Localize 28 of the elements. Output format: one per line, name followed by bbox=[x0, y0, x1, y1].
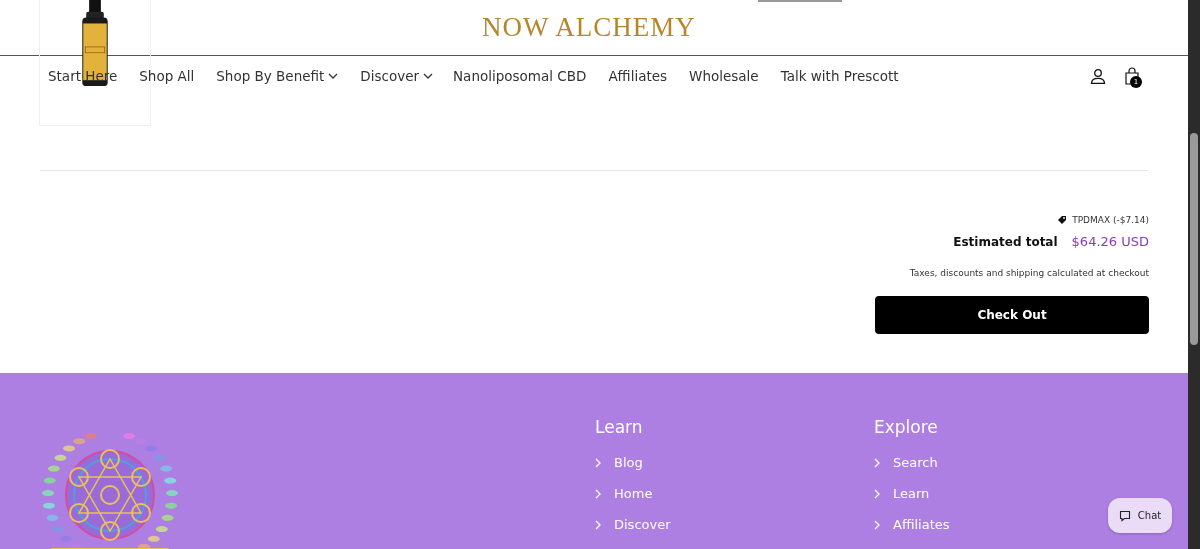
chevron-down-icon bbox=[328, 73, 339, 79]
chat-bubble-icon bbox=[1118, 509, 1131, 522]
chevron-right-icon bbox=[874, 519, 880, 530]
nav-link[interactable]: Talk with Prescott bbox=[780, 68, 899, 84]
chat-button[interactable]: Chat bbox=[1108, 498, 1172, 533]
nav-link[interactable]: Shop All bbox=[139, 68, 195, 84]
shopping-bag-icon[interactable] bbox=[1124, 67, 1140, 85]
tag-icon bbox=[1057, 215, 1068, 225]
chevron-right-icon bbox=[595, 519, 601, 530]
chevron-right-icon bbox=[874, 488, 880, 499]
nav-link[interactable]: Discover bbox=[360, 68, 433, 84]
chevron-down-icon bbox=[423, 73, 433, 79]
chevron-right-icon bbox=[595, 488, 601, 499]
scrollbar[interactable] bbox=[1188, 0, 1200, 549]
total-label: Estimated total bbox=[953, 234, 1058, 249]
discount-code: TPDMAX (-$7.14) bbox=[1072, 215, 1149, 225]
chevron-right-icon bbox=[874, 457, 880, 468]
nav-link[interactable]: Shop By Benefit bbox=[216, 68, 339, 84]
nav-link[interactable]: Affiliates bbox=[608, 68, 668, 84]
checkout-note: Taxes, discounts and shipping calculated at checkout bbox=[909, 268, 1149, 278]
chevron-right-icon bbox=[595, 457, 601, 468]
footer-heading: Learn bbox=[595, 417, 644, 437]
nav-link[interactable]: Nanoliposomal CBD bbox=[453, 68, 587, 84]
account-icon[interactable] bbox=[1090, 68, 1106, 84]
checkout-button[interactable]: Check Out bbox=[875, 296, 1149, 334]
nav-link[interactable]: Wholesale bbox=[689, 68, 759, 84]
footer-heading: Explore bbox=[874, 417, 939, 437]
total-price: $64.26 USD bbox=[1071, 234, 1149, 249]
